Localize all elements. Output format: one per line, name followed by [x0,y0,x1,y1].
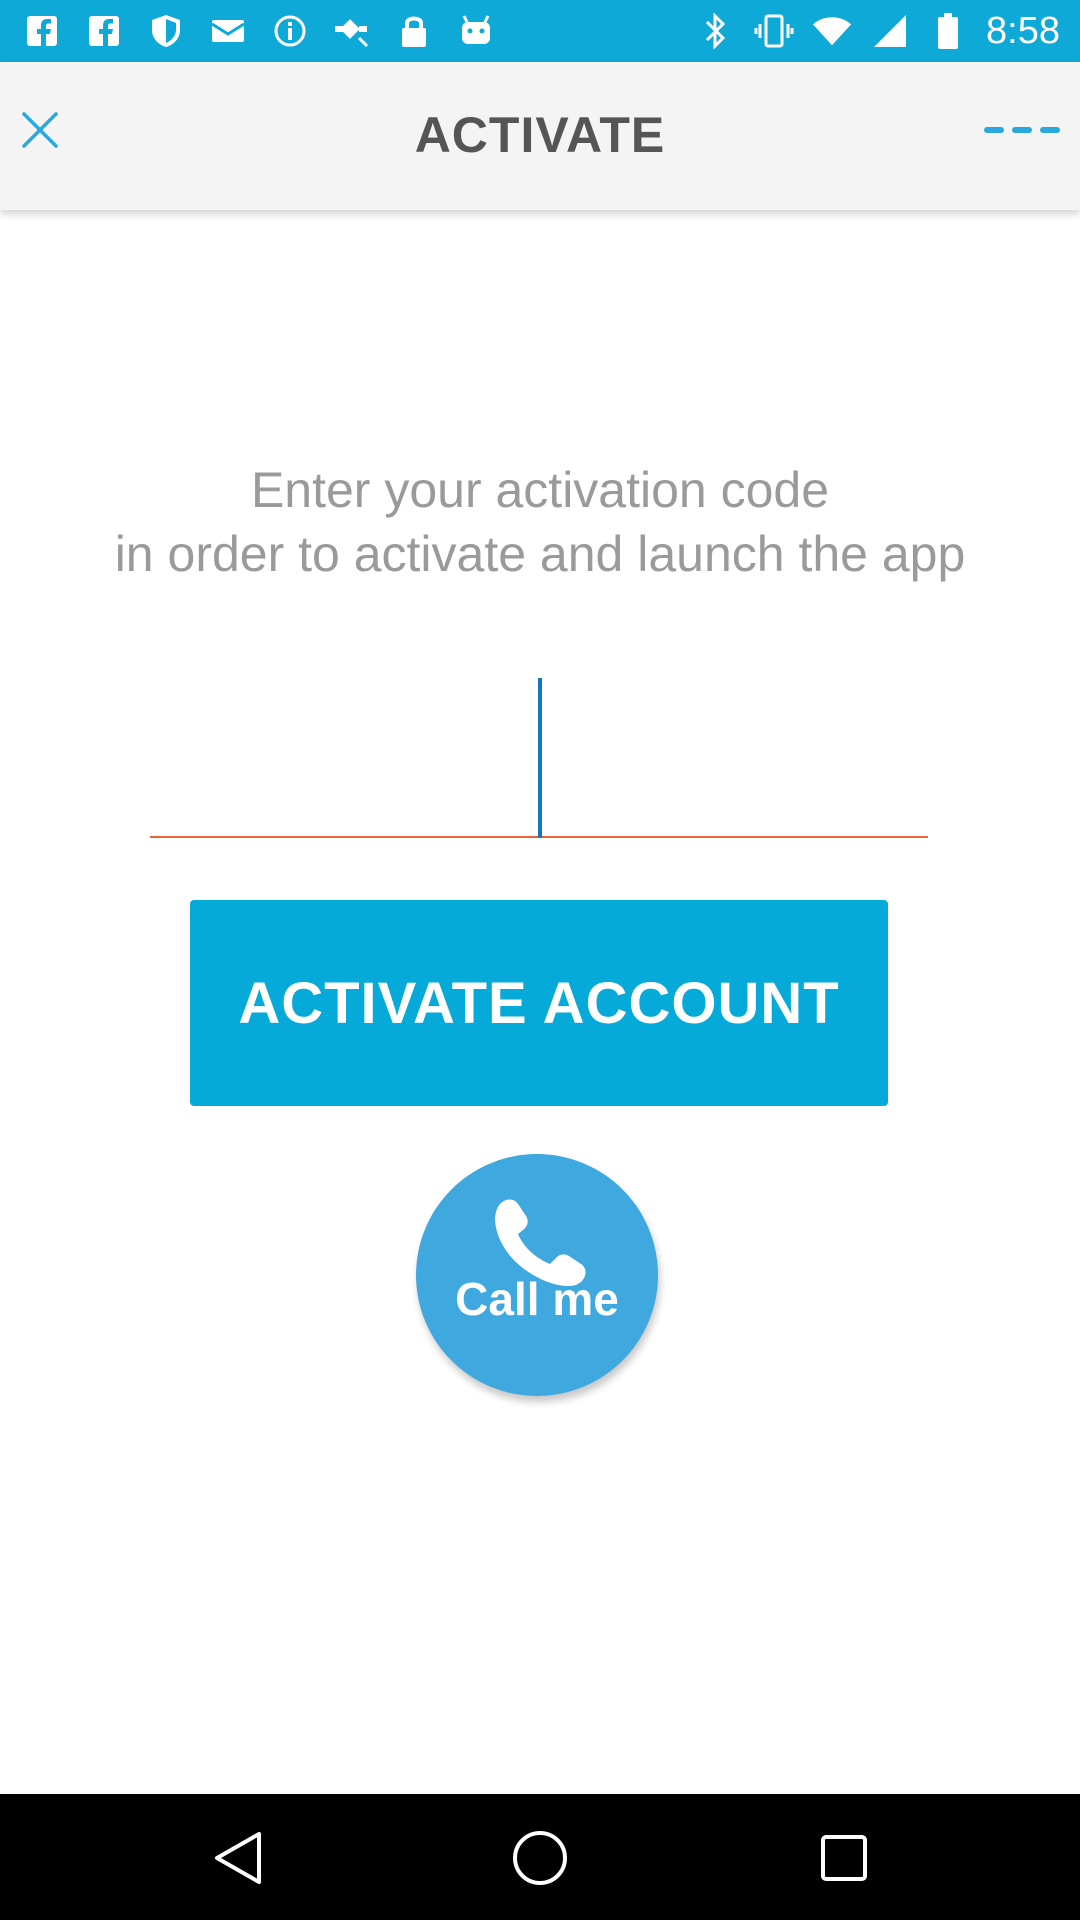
activation-instruction: Enter your activation code in order to a… [40,458,1040,586]
menu-dots-icon [984,127,1060,133]
info-icon [270,11,310,51]
status-bar-system: 8:58 [696,10,1060,52]
activation-code-input[interactable] [150,678,928,838]
call-me-label: Call me [455,1273,619,1325]
instruction-line-1: Enter your activation code [250,462,830,518]
vibrate-icon [754,11,794,51]
lock-icon [394,11,434,51]
home-icon [513,1831,567,1885]
facebook-icon [22,11,62,51]
back-icon [215,1832,261,1884]
menu-button[interactable] [982,114,1062,146]
call-me-button[interactable]: Call me [416,1154,658,1396]
text-cursor [538,678,542,838]
app-bar: ACTIVATE [0,62,1080,210]
page-title: ACTIVATE [414,107,666,163]
instruction-line-2: in order to activate and launch the app [114,526,966,582]
status-bar-time: 8:58 [986,9,1060,52]
home-button[interactable] [504,1822,576,1894]
signal-icon [870,11,910,51]
bluetooth-icon [696,11,736,51]
back-button[interactable] [202,1822,274,1894]
mail-icon [208,11,248,51]
activate-account-button[interactable]: ACTIVATE ACCOUNT [190,900,888,1106]
status-bar: 8:58 [0,0,1080,62]
status-bar-notifications [22,10,496,52]
android-icon [456,11,496,51]
facebook-icon [84,11,124,51]
navigation-bar [0,1794,1080,1920]
battery-icon [928,11,968,51]
wifi-icon [812,11,852,51]
recents-icon [821,1835,867,1881]
satellite-icon [332,11,372,51]
recents-button[interactable] [808,1822,880,1894]
shield-icon [146,11,186,51]
